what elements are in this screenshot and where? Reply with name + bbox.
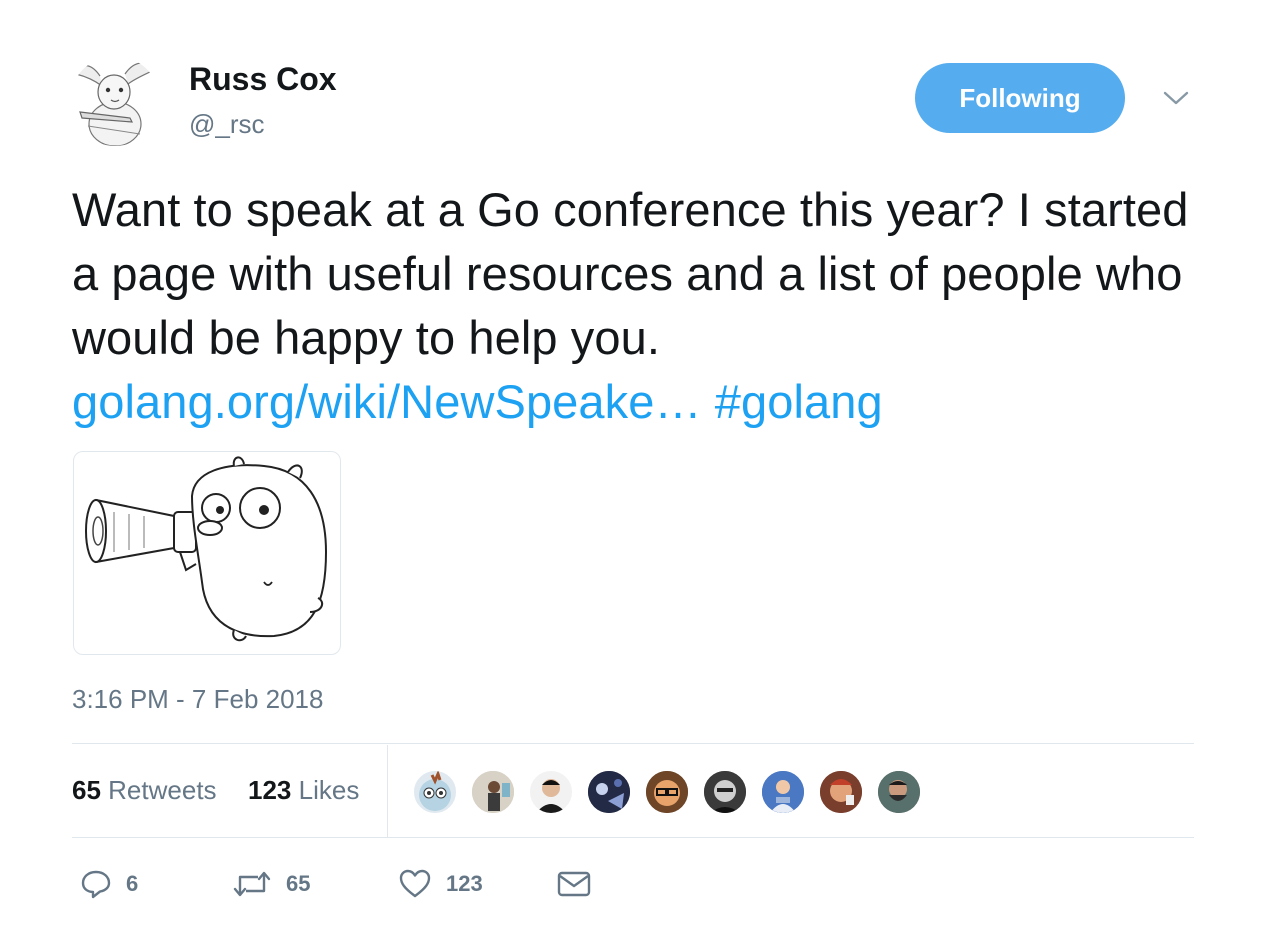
message-icon bbox=[557, 871, 591, 897]
tweet-link[interactable]: golang.org/wiki/NewSpeake… bbox=[72, 375, 702, 428]
profile-avatar[interactable] bbox=[70, 56, 160, 146]
like-button[interactable]: 123 bbox=[398, 866, 483, 902]
tweet-actions: 6 65 123 bbox=[72, 860, 672, 908]
chevron-down-icon[interactable] bbox=[1162, 88, 1190, 108]
liker-avatar[interactable] bbox=[876, 769, 922, 815]
retweet-icon bbox=[233, 871, 271, 897]
retweets-label: Retweets bbox=[108, 775, 217, 805]
tweet-stats: 65 Retweets 123 Likes bbox=[72, 745, 1194, 837]
author-handle[interactable]: @_rsc bbox=[189, 109, 265, 140]
retweet-count: 65 bbox=[286, 871, 311, 896]
retweets-stat[interactable]: 65 Retweets bbox=[72, 775, 217, 806]
stats-separator bbox=[387, 745, 388, 837]
liker-avatar[interactable] bbox=[412, 769, 458, 815]
tweet-media[interactable] bbox=[73, 451, 341, 655]
tweet-header: Russ Cox @_rsc Following bbox=[70, 50, 1194, 150]
tweet-timestamp[interactable]: 3:16 PM - 7 Feb 2018 bbox=[72, 684, 323, 715]
liker-avatar[interactable] bbox=[586, 769, 632, 815]
gopher-megaphone-icon bbox=[85, 456, 328, 642]
reply-icon bbox=[81, 870, 111, 899]
divider-bottom bbox=[72, 837, 1194, 838]
message-button[interactable] bbox=[556, 866, 592, 902]
retweets-count: 65 bbox=[72, 775, 101, 805]
liker-avatar[interactable] bbox=[644, 769, 690, 815]
likes-label: Likes bbox=[298, 775, 360, 805]
like-icon bbox=[399, 869, 431, 898]
likes-count: 123 bbox=[248, 775, 292, 805]
liker-avatar[interactable] bbox=[702, 769, 748, 815]
like-count: 123 bbox=[446, 871, 483, 896]
tweet-body: Want to speak at a Go conference this ye… bbox=[72, 183, 1189, 364]
reply-count: 6 bbox=[126, 871, 139, 896]
tweet-text: Want to speak at a Go conference this ye… bbox=[72, 178, 1192, 434]
reply-button[interactable]: 6 bbox=[80, 866, 138, 902]
retweet-button[interactable]: 65 bbox=[232, 866, 310, 902]
hashtag-link[interactable]: #golang bbox=[715, 375, 883, 428]
divider-top bbox=[72, 743, 1194, 744]
author-name[interactable]: Russ Cox bbox=[189, 61, 337, 98]
bunny-avatar-icon bbox=[75, 62, 155, 146]
likes-stat[interactable]: 123 Likes bbox=[248, 775, 359, 806]
following-button[interactable]: Following bbox=[915, 63, 1125, 133]
liker-avatar[interactable] bbox=[818, 769, 864, 815]
liker-avatar[interactable] bbox=[760, 769, 806, 815]
liker-avatar[interactable] bbox=[470, 769, 516, 815]
liker-avatar[interactable] bbox=[528, 769, 574, 815]
